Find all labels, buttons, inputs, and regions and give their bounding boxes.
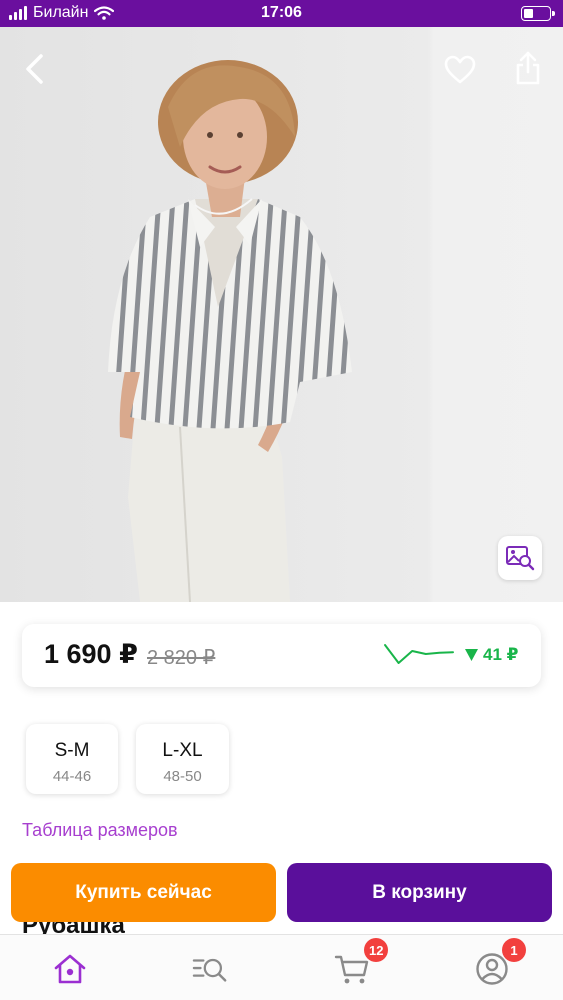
share-icon xyxy=(516,51,540,85)
price-card[interactable]: 1 690 ₽ 2 820 ₽ 41 ₽ xyxy=(22,624,541,687)
bottom-tab-bar: 12 1 xyxy=(0,934,563,1000)
tab-catalog[interactable] xyxy=(192,951,228,987)
profile-badge: 1 xyxy=(502,938,526,962)
price-change: 41 ₽ xyxy=(465,645,518,665)
home-icon xyxy=(54,954,86,984)
size-option-l-xl[interactable]: L-XL 48-50 xyxy=(136,724,229,794)
size-option-s-m[interactable]: S-M 44-46 xyxy=(26,724,118,794)
size-label: S-M xyxy=(54,740,90,761)
size-label: L-XL xyxy=(162,740,203,761)
catalog-search-icon xyxy=(192,958,227,982)
size-table-link[interactable]: Таблица размеров xyxy=(22,820,178,841)
cart-icon xyxy=(334,955,369,984)
heart-icon xyxy=(444,55,476,84)
back-arrow-icon xyxy=(26,54,43,84)
status-bar: Билайн 17:06 xyxy=(0,0,563,27)
add-to-cart-button[interactable]: В корзину xyxy=(287,863,552,922)
tab-cart[interactable]: 12 xyxy=(334,938,389,987)
image-search-button[interactable] xyxy=(498,536,542,580)
price-trend-sparkline xyxy=(384,644,454,664)
battery-icon xyxy=(521,6,555,21)
size-ru: 44-46 xyxy=(52,768,92,785)
status-time: 17:06 xyxy=(261,4,302,21)
back-button[interactable] xyxy=(18,53,50,85)
down-triangle-icon xyxy=(465,649,478,661)
share-button[interactable] xyxy=(512,49,544,87)
tab-profile[interactable]: 1 xyxy=(474,938,526,987)
current-price: 1 690 ₽ xyxy=(44,639,138,669)
product-photo xyxy=(0,27,563,602)
cart-badge: 12 xyxy=(364,938,389,962)
product-image[interactable] xyxy=(0,27,563,602)
old-price: 2 820 ₽ xyxy=(147,647,216,669)
size-ru: 48-50 xyxy=(163,768,202,785)
price-change-value: 41 ₽ xyxy=(483,645,519,664)
favorite-button[interactable] xyxy=(442,53,478,87)
image-search-icon xyxy=(506,546,535,571)
tab-home[interactable] xyxy=(52,951,88,987)
buy-now-button[interactable]: Купить сейчас xyxy=(11,863,276,922)
